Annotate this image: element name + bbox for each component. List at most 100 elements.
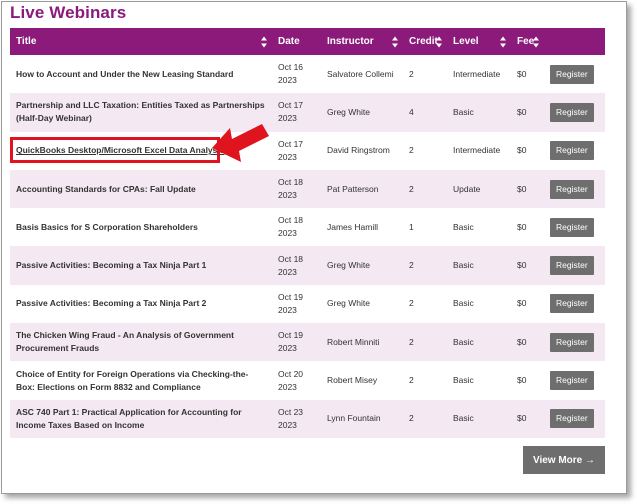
webinar-credit: 2 [409,298,414,309]
webinar-date: Oct 18 2023 [278,253,304,277]
register-button[interactable]: Register [550,294,594,314]
table-row: The Chicken Wing Fraud - An Analysis of … [10,323,605,362]
webinar-instructor: Greg White [327,260,370,271]
register-button[interactable]: Register [550,102,594,122]
register-cell: Register [544,55,605,93]
table-row: Passive Activities: Becoming a Tax Ninja… [10,246,605,285]
webinar-level: Basic [453,260,474,271]
webinar-instructor: David Ringstrom [327,145,390,156]
register-button[interactable]: Register [550,141,594,161]
webinar-instructor: James Hamill [327,221,379,232]
column-header-instructor[interactable]: Instructor [321,28,403,55]
webinar-level: Basic [453,336,474,347]
webinar-level: Basic [453,298,474,309]
column-header-title[interactable]: Title [10,28,272,55]
webinar-fee: $0 [517,375,527,386]
register-button[interactable]: Register [550,409,594,429]
webinar-title[interactable]: Accounting Standards for CPAs: Fall Upda… [10,170,272,208]
column-header-credit[interactable]: Credit [403,28,447,55]
register-button[interactable]: Register [550,371,594,391]
webinar-instructor: Pat Patterson [327,183,379,194]
webinar-fee: $0 [517,413,527,424]
register-cell: Register [544,170,605,208]
webinar-date: Oct 18 2023 [278,177,304,201]
register-cell: Register [544,208,605,246]
column-header-level[interactable]: Level [447,28,511,55]
register-cell: Register [544,400,605,438]
webinar-level: Basic [453,221,474,232]
webinar-credit: 2 [409,145,414,156]
webinar-level: Intermediate [453,68,501,79]
webinar-credit: 2 [409,260,414,271]
register-button[interactable]: Register [550,256,594,276]
webinar-instructor: Robert Misey [327,375,378,386]
webinar-date: Oct 19 2023 [278,330,304,354]
table-row: Partnership and LLC Taxation: Entities T… [10,93,605,132]
webinar-fee: $0 [517,106,527,117]
webinar-date: Oct 17 2023 [278,138,304,162]
highlight-box [10,137,220,163]
webinar-title[interactable]: How to Account and Under the New Leasing… [10,55,272,93]
webinar-credit: 2 [409,375,414,386]
sort-icon[interactable] [261,36,268,47]
webinar-title[interactable]: The Chicken Wing Fraud - An Analysis of … [10,323,272,361]
table-header-row: Title Date Instructor Credit Level Fee [10,28,605,55]
sort-icon[interactable] [533,36,540,47]
register-cell: Register [544,361,605,399]
webinar-date: Oct 18 2023 [278,215,304,239]
webinar-level: Basic [453,106,474,117]
webinar-level: Basic [453,413,474,424]
webinar-title[interactable]: Choice of Entity for Foreign Operations … [10,361,272,399]
webinar-instructor: Lynn Fountain [327,413,381,424]
red-arrow-icon [212,124,269,162]
webinar-fee: $0 [517,183,527,194]
table-row: Passive Activities: Becoming a Tax Ninja… [10,284,605,324]
webinar-credit: 1 [409,221,414,232]
webinar-fee: $0 [517,68,527,79]
webinar-date: Oct 23 2023 [278,406,304,430]
webinar-fee: $0 [517,298,527,309]
register-button[interactable]: Register [550,179,594,199]
webinar-instructor: Robert Minniti [327,336,380,347]
table-row: How to Account and Under the New Leasing… [10,55,605,94]
register-button[interactable]: Register [550,64,594,84]
webinar-title[interactable]: ASC 740 Part 1: Practical Application fo… [10,400,272,438]
webinar-credit: 2 [409,68,414,79]
webinar-fee: $0 [517,336,527,347]
register-cell: Register [544,132,605,170]
view-more-button[interactable]: View More → [523,446,605,474]
webinar-level: Basic [453,375,474,386]
webinar-credit: 4 [409,106,414,117]
webinar-title[interactable]: Passive Activities: Becoming a Tax Ninja… [10,246,272,284]
webinar-date: Oct 17 2023 [278,100,304,124]
sort-icon[interactable] [392,36,399,47]
register-button[interactable]: Register [550,332,594,352]
webinar-fee: $0 [517,145,527,156]
webinar-credit: 2 [409,413,414,424]
register-button[interactable]: Register [550,217,594,237]
table-row: Choice of Entity for Foreign Operations … [10,361,605,400]
webinar-instructor: Greg White [327,106,370,117]
page-title: Live Webinars [10,3,127,22]
register-cell: Register [544,246,605,284]
webinar-date: Oct 19 2023 [278,291,304,315]
table-row: ASC 740 Part 1: Practical Application fo… [10,399,605,438]
register-cell: Register [544,323,605,361]
sort-icon[interactable] [500,36,507,47]
column-header-action [544,28,605,55]
webinar-date: Oct 16 2023 [278,62,304,86]
webinar-title[interactable]: Basis Basics for S Corporation Sharehold… [10,208,272,246]
column-header-date[interactable]: Date [272,28,321,55]
webinar-fee: $0 [517,221,527,232]
table-row: Basis Basics for S Corporation Sharehold… [10,208,605,247]
table-row: Accounting Standards for CPAs: Fall Upda… [10,169,605,209]
webinar-level: Intermediate [453,145,501,156]
column-header-fee[interactable]: Fee [511,28,544,55]
webinar-title[interactable]: Passive Activities: Becoming a Tax Ninja… [10,285,272,323]
webinar-credit: 2 [409,336,414,347]
webinar-instructor: Salvatore Collemi [327,68,394,79]
webinar-table: Title Date Instructor Credit Level Fee H… [10,28,605,438]
sort-icon[interactable] [436,36,443,47]
webinar-level: Update [453,183,481,194]
register-cell: Register [544,285,605,323]
